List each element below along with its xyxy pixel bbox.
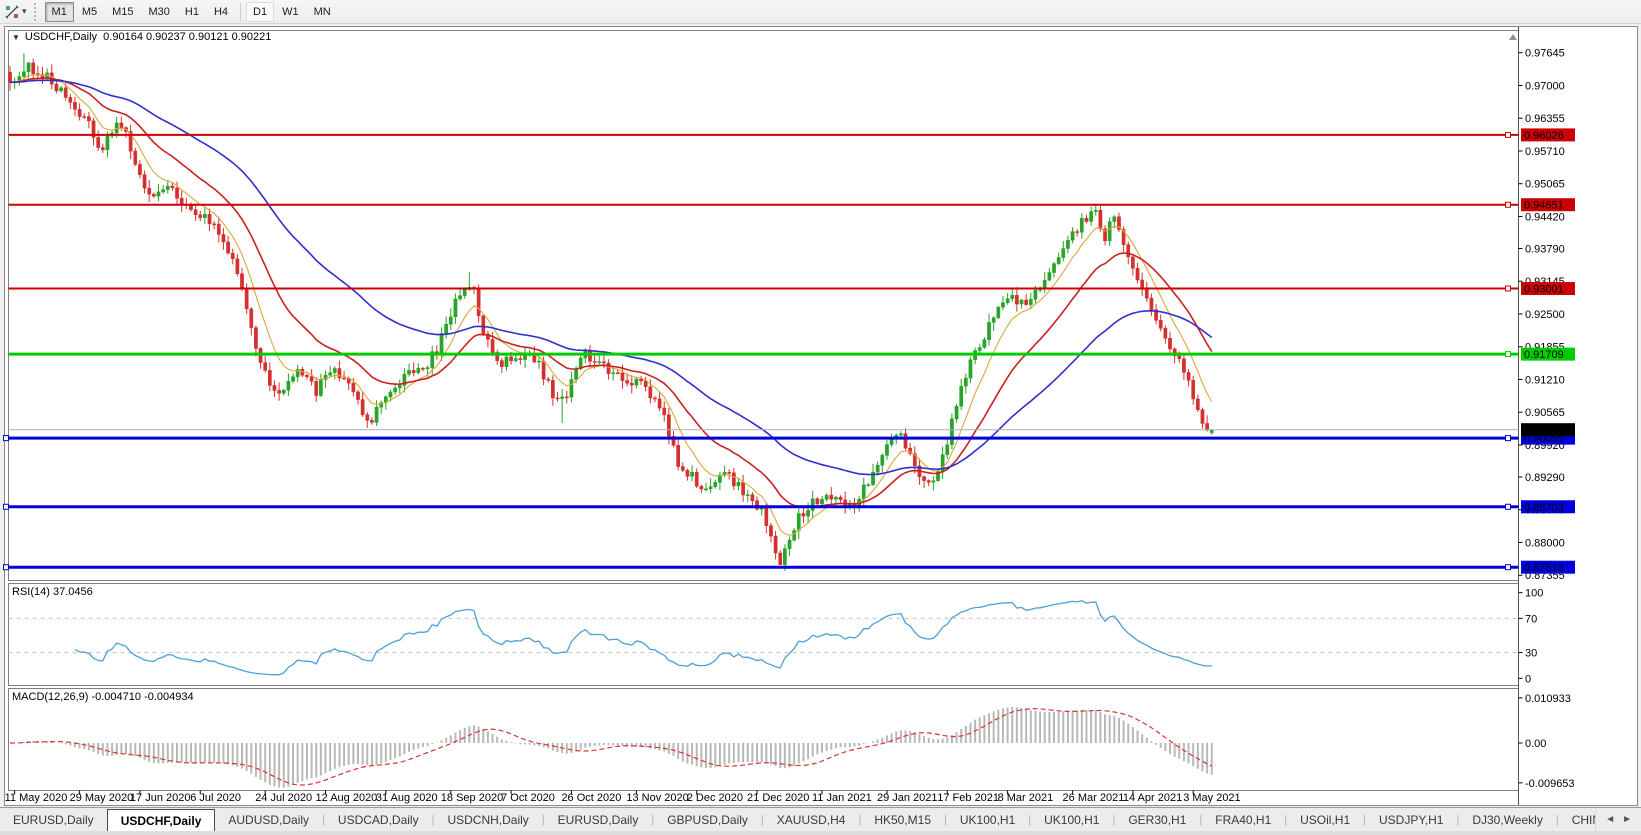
svg-text:7 Oct 2020: 7 Oct 2020 [501,792,555,804]
svg-text:26 Mar 2021: 26 Mar 2021 [1063,792,1125,804]
svg-text:0.93790: 0.93790 [1525,243,1565,255]
svg-text:8 Mar 2021: 8 Mar 2021 [998,792,1054,804]
chart-canvas[interactable]: 0.97645 0.97000 0.96355 0.95710 0.95065 0.944… [0,0,1641,835]
svg-text:29 May 2020: 29 May 2020 [70,792,134,804]
svg-text:0.96355: 0.96355 [1525,113,1565,125]
svg-text:0.88000: 0.88000 [1525,537,1565,549]
tab-ger30-h1[interactable]: GER30,H1 [1115,808,1199,831]
svg-text:0.97000: 0.97000 [1525,80,1565,92]
status-strip [0,831,1641,835]
svg-text:0.90565: 0.90565 [1525,407,1565,419]
timeframe-button-m5[interactable]: M5 [75,2,104,22]
svg-text:0.92500: 0.92500 [1525,309,1565,321]
macd-indicator-label: MACD(12,26,9) -0.004710 -0.004934 [12,691,194,703]
timeframe-button-d1[interactable]: D1 [246,2,274,22]
svg-text:0.91709: 0.91709 [1524,349,1564,361]
svg-text:11 Jan 2021: 11 Jan 2021 [812,792,872,804]
rsi-panel [9,584,1519,686]
svg-text:0.010933: 0.010933 [1525,693,1571,705]
svg-text:0.97645: 0.97645 [1525,48,1565,60]
chart-symbol-period: USDCHF,Daily [25,31,97,43]
svg-text:30: 30 [1525,648,1537,660]
timeframe-button-mn[interactable]: MN [307,2,338,22]
svg-text:0.88703: 0.88703 [1524,502,1564,514]
svg-text:0: 0 [1525,673,1531,685]
svg-text:0.87513: 0.87513 [1524,562,1564,574]
svg-text:0.96026: 0.96026 [1524,130,1564,142]
svg-text:-0.009653: -0.009653 [1525,778,1575,790]
timeframe-button-m30[interactable]: M30 [142,2,177,22]
tab-hk50-m15[interactable]: HK50,M15 [861,808,944,831]
tab-scroll-right-icon[interactable]: ► [1622,814,1632,825]
chart-tabs-scroll: EURUSD,DailyUSDCHF,DailyAUDUSD,Daily|USD… [0,808,1595,831]
svg-text:0.91210: 0.91210 [1525,374,1565,386]
svg-text:29 Jan 2021: 29 Jan 2021 [877,792,938,804]
svg-text:17 Feb 2021: 17 Feb 2021 [937,792,999,804]
tab-fra40-h1[interactable]: FRA40,H1 [1202,808,1284,831]
chart-tabbar: EURUSD,DailyUSDCHF,DailyAUDUSD,Daily|USD… [0,807,1641,831]
svg-text:70: 70 [1525,613,1537,625]
timeframe-button-h1[interactable]: H1 [178,2,206,22]
tab-uk100-h1[interactable]: UK100,H1 [947,808,1028,831]
timeframe-toolbar: ▾ M1M5M15M30H1H4 D1W1MN [0,0,1641,24]
rsi-indicator-label: RSI(14) 37.0456 [12,586,93,598]
tab-audusd-daily[interactable]: AUDUSD,Daily [215,808,322,831]
svg-text:21 Dec 2020: 21 Dec 2020 [747,792,809,804]
svg-text:13 Nov 2020: 13 Nov 2020 [626,792,688,804]
svg-text:0.93001: 0.93001 [1524,284,1564,296]
svg-text:24 Jul 2020: 24 Jul 2020 [255,792,312,804]
svg-text:18 Sep 2020: 18 Sep 2020 [441,792,503,804]
tab-china300-h1[interactable]: CHINA300,H1 [1559,808,1596,831]
svg-text:0.00: 0.00 [1525,738,1546,750]
chart-title: ▼ USDCHF,Daily 0.90164 0.90237 0.90121 0.… [12,31,271,43]
svg-text:100: 100 [1525,588,1543,600]
toolbar-separator [240,3,241,21]
toolbar-grip[interactable] [34,3,40,21]
svg-text:0.95065: 0.95065 [1525,179,1565,191]
svg-text:2 Dec 2020: 2 Dec 2020 [687,792,743,804]
chart-collapse-icon[interactable]: ▼ [12,33,20,42]
svg-text:11 May 2020: 11 May 2020 [5,792,68,804]
macd-panel [9,689,1519,791]
tab-dj30-weekly[interactable]: DJ30,Weekly [1459,808,1555,831]
tab-scroll-buttons: ◄ ► [1595,808,1641,831]
tab-usdchf-daily[interactable]: USDCHF,Daily [107,809,216,831]
svg-text:0.95710: 0.95710 [1525,146,1565,158]
svg-text:0.94420: 0.94420 [1525,211,1565,223]
svg-text:0.90221: 0.90221 [1524,425,1564,437]
svg-text:12 Aug 2020: 12 Aug 2020 [316,792,378,804]
tab-usdcad-daily[interactable]: USDCAD,Daily [325,808,432,831]
tab-xauusd-h4[interactable]: XAUUSD,H4 [764,808,859,831]
svg-text:31 Aug 2020: 31 Aug 2020 [376,792,438,804]
crosshair-tool-icon[interactable] [3,3,21,21]
tab-eurusd-daily[interactable]: EURUSD,Daily [545,808,652,831]
timeframe-button-h4[interactable]: H4 [207,2,235,22]
svg-text:6 Jul 2020: 6 Jul 2020 [190,792,241,804]
tab-gbpusd-daily[interactable]: GBPUSD,Daily [654,808,761,831]
svg-text:17 Jun 2020: 17 Jun 2020 [130,792,191,804]
chart-ohlc-values: 0.90164 0.90237 0.90121 0.90221 [103,31,271,43]
svg-text:26 Oct 2020: 26 Oct 2020 [561,792,621,804]
tab-eurusd-daily[interactable]: EURUSD,Daily [0,808,107,831]
timeframe-button-m15[interactable]: M15 [105,2,140,22]
timeframe-button-w1[interactable]: W1 [275,2,306,22]
tab-usoil-h1[interactable]: USOil,H1 [1287,808,1363,831]
svg-text:0.94651: 0.94651 [1524,200,1564,212]
tab-uk100-h1[interactable]: UK100,H1 [1031,808,1112,831]
timeframe-button-m1[interactable]: M1 [45,2,74,22]
svg-text:14 Apr 2021: 14 Apr 2021 [1123,792,1182,804]
tab-usdcnh-daily[interactable]: USDCNH,Daily [434,808,541,831]
tab-usdjpy-h1[interactable]: USDJPY,H1 [1366,808,1456,831]
tool-dropdown-icon[interactable]: ▾ [21,6,31,17]
tab-scroll-left-icon[interactable]: ◄ [1605,814,1615,825]
svg-text:0.89290: 0.89290 [1525,472,1565,484]
timeframe-buttons: M1M5M15M30H1H4 D1W1MN [45,2,338,22]
svg-text:3 May 2021: 3 May 2021 [1183,792,1240,804]
